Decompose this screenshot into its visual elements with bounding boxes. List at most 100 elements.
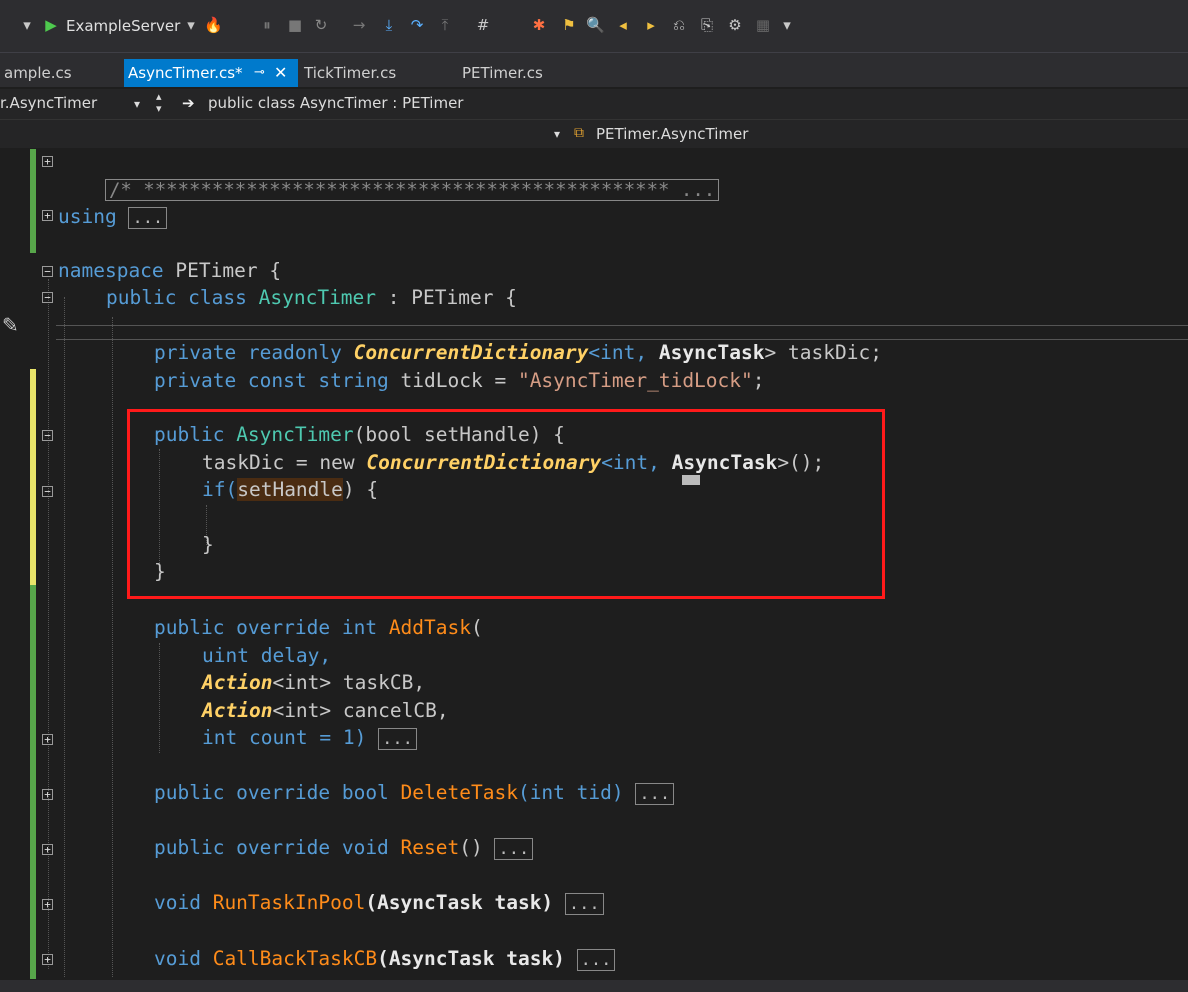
keyword: private readonly <box>154 341 354 364</box>
code-line-close-ctor: } <box>154 559 166 585</box>
collapsed-region[interactable]: ... <box>128 207 168 229</box>
method-name: CallBackTaskCB <box>212 947 378 970</box>
code-text: : PETimer { <box>376 286 517 309</box>
next-bookmark-icon[interactable]: ▸ <box>642 15 660 35</box>
more-options-icon[interactable]: ▦ <box>754 15 772 35</box>
method-name: Reset <box>400 836 460 859</box>
type-scope-dropdown[interactable]: r.AsyncTimer <box>0 94 97 112</box>
method-name: DeleteTask <box>400 781 518 804</box>
prev-bookmark-icon[interactable]: ◂ <box>614 15 632 35</box>
arrow-right-icon: ➔ <box>182 94 195 112</box>
collapsed-region[interactable]: ... <box>494 838 534 860</box>
code-editor[interactable]: ✎ + + − − − − + + + + + /* *************… <box>0 149 1188 980</box>
pin-icon[interactable]: ⊸ <box>254 59 265 87</box>
expand-icon[interactable]: + <box>42 734 53 745</box>
code-text: ) { <box>342 478 379 501</box>
collapse-icon[interactable]: − <box>42 430 53 441</box>
keyword: public override void <box>154 836 401 859</box>
find-icon[interactable]: 🔍 <box>586 15 605 35</box>
close-icon[interactable]: ✕ <box>274 59 287 87</box>
collapse-icon[interactable]: − <box>42 266 53 277</box>
step-out-icon[interactable]: ⤒ <box>436 15 454 35</box>
keyword: public class <box>106 286 259 309</box>
collapsed-comment[interactable]: /* *************************************… <box>104 179 720 201</box>
collapsed-region[interactable]: ... <box>635 783 675 805</box>
method-name: AddTask <box>388 616 471 639</box>
pause-icon[interactable]: ⏸ <box>258 15 276 35</box>
collapsed-region[interactable]: ... <box>576 949 616 971</box>
quick-info-icon[interactable] <box>682 475 700 485</box>
expand-icon[interactable]: + <box>42 899 53 910</box>
run-target-label[interactable]: ExampleServer <box>66 14 180 38</box>
collapse-icon[interactable]: − <box>42 292 53 303</box>
chevron-down-icon[interactable]: ▾ <box>554 127 560 141</box>
tab-example[interactable]: ample.cs <box>0 59 76 87</box>
document-tabs: ample.cs AsyncTimer.cs* ⊸ ✕ TickTimer.cs… <box>0 53 1188 87</box>
code-text: <int, <box>601 451 672 474</box>
expand-icon[interactable]: + <box>42 156 53 167</box>
step-over-icon[interactable]: ↷ <box>408 15 426 35</box>
step-into-icon[interactable]: ⤓ <box>380 15 398 35</box>
keyword: void <box>154 947 213 970</box>
brace: } <box>202 533 214 556</box>
method-name: AsyncTimer <box>236 423 354 446</box>
brace: } <box>154 560 166 583</box>
member-dropdown[interactable]: public class AsyncTimer : PETimer <box>208 94 463 112</box>
code-line-field2: private const string tidLock = "AsyncTim… <box>154 368 765 394</box>
bookmark-icon[interactable]: ⚑ <box>560 15 578 35</box>
indent-guide <box>112 317 113 977</box>
hot-reload-icon[interactable]: 🔥 <box>204 15 223 35</box>
code-text: int count = 1) <box>202 726 379 749</box>
namespace-bar: ▾ ⧉ PETimer.AsyncTimer <box>0 120 1188 148</box>
chevron-down-icon[interactable]: ▾ <box>134 97 140 111</box>
code-text: (AsyncTask task) <box>377 947 577 970</box>
tab-asynctimer[interactable]: AsyncTimer.cs* ⊸ ✕ <box>124 59 298 87</box>
code-line-ctor: public AsyncTimer(bool setHandle) { <box>154 422 565 448</box>
show-next-statement-icon[interactable]: → <box>350 15 368 35</box>
stop-icon[interactable]: ■ <box>286 15 304 35</box>
expand-icon[interactable]: + <box>42 844 53 855</box>
restart-icon[interactable]: ↻ <box>312 15 330 35</box>
play-icon[interactable]: ▶ <box>42 15 60 35</box>
code-line-param3: Action<int> cancelCB, <box>202 698 449 724</box>
code-line-addtask: public override int AddTask( <box>154 615 483 641</box>
updown-icon[interactable]: ▴ ▾ <box>156 91 162 115</box>
diagnostics-icon[interactable]: ✱ <box>530 15 548 35</box>
collapse-icon[interactable]: − <box>42 486 53 497</box>
overflow-dropdown-icon[interactable]: ▾ <box>778 15 796 35</box>
keyword: using <box>58 205 117 228</box>
code-line-using: using ... <box>58 204 168 230</box>
code-line-if: if(setHandle) { <box>202 477 378 503</box>
comment-icon[interactable]: # <box>474 15 492 35</box>
code-line-reset: public override void Reset() ... <box>154 835 534 861</box>
code-line-param4: int count = 1) ... <box>202 725 417 751</box>
tab-petimer[interactable]: PETimer.cs <box>458 59 547 87</box>
expand-icon[interactable]: + <box>42 210 53 221</box>
type-name: ConcurrentDictionary <box>366 451 602 474</box>
collapsed-region[interactable]: ... <box>378 728 417 750</box>
collapsed-region[interactable]: ... <box>564 893 604 915</box>
type-name: AsyncTask <box>658 341 765 364</box>
code-line-namespace: namespace PETimer { <box>58 258 281 284</box>
run-target-dropdown-icon[interactable]: ▾ <box>182 15 200 35</box>
expand-icon[interactable]: + <box>42 954 53 965</box>
tab-ticktimer[interactable]: TickTimer.cs <box>300 59 400 87</box>
export-icon[interactable]: ⎘ <box>698 15 716 35</box>
quick-actions-icon[interactable]: ✎ <box>2 313 19 337</box>
code-line-callbacktaskcb: void CallBackTaskCB(AsyncTask task) ... <box>154 946 616 972</box>
code-line-param1: uint delay, <box>202 643 331 669</box>
code-text: tidLock = <box>400 369 518 392</box>
keyword: if( <box>202 478 238 501</box>
keyword: public override int <box>154 616 389 639</box>
class-icon: ⧉ <box>574 125 584 141</box>
dropdown-arrow-icon[interactable]: ▾ <box>18 15 36 35</box>
code-text: () <box>459 836 495 859</box>
code-text: taskDic = new <box>202 451 367 474</box>
clear-bookmarks-icon[interactable]: ⎌ <box>670 15 688 35</box>
indent-guide <box>48 279 49 969</box>
navigation-bar: r.AsyncTimer ▾ ▴ ▾ ➔ public class AsyncTi… <box>0 89 1188 120</box>
change-marker <box>30 369 36 439</box>
namespace-dropdown[interactable]: PETimer.AsyncTimer <box>596 125 748 143</box>
settings-icon[interactable]: ⚙ <box>726 15 744 35</box>
expand-icon[interactable]: + <box>42 789 53 800</box>
